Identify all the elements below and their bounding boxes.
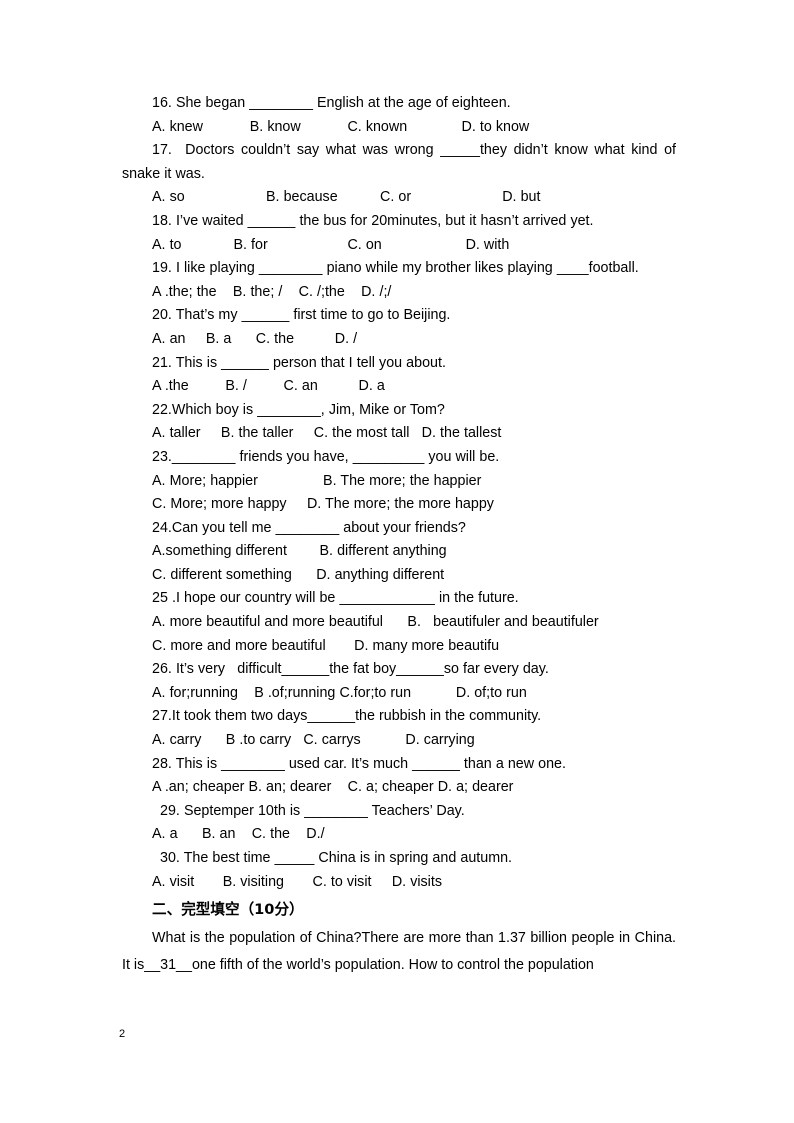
question-stem-16: 16. She began ________ English at the ag… <box>152 95 511 111</box>
question-stem-23: 23.________ friends you have, _________ … <box>152 448 500 465</box>
section-two-heading: 二、完型填空（10分） <box>152 901 304 919</box>
question-options-19: A .the; the B. the; / C. /;the D. /;/ <box>152 283 392 300</box>
question-stem-28: 28. This is ________ used car. It’s much… <box>152 755 566 772</box>
page-number: 2 <box>119 1028 126 1040</box>
question-stem-21: 21. This is ______ person that I tell yo… <box>152 354 446 371</box>
question-options-23-cd: C. More; more happy D. The more; the mor… <box>152 496 494 513</box>
question-options-26: A. for;running B .of;running C.for;to ru… <box>152 684 527 701</box>
question-options-21: A .the B. / C. an D. a <box>152 378 385 395</box>
question-options-25-ab: A. more beautiful and more beautiful B. … <box>152 614 599 631</box>
question-stem-25: 25 .I hope our country will be _________… <box>152 590 519 607</box>
question-options-24-cd: C. different something D. anything diffe… <box>152 566 445 583</box>
question-options-23-ab: A. More; happier B. The more; the happie… <box>152 472 482 489</box>
cloze-paragraph: What is the population of China?There ar… <box>122 930 676 974</box>
question-stem-18: 18. I’ve waited ______ the bus for 20min… <box>152 212 594 229</box>
question-options-25-cd: C. more and more beautiful D. many more … <box>152 637 500 654</box>
document-page: 16. She began ________ English at the ag… <box>0 0 794 1123</box>
question-options-18: A. to B. for C. on D. with <box>152 236 510 253</box>
question-stem-27: 27.It took them two days______the rubbis… <box>152 708 542 725</box>
question-stem-29: 29. Septemper 10th is ________ Teachers’… <box>160 802 465 819</box>
question-stem-26: 26. It’s very difficult______the fat boy… <box>152 661 549 678</box>
question-options-24-ab: A.something different B. different anyth… <box>152 543 447 560</box>
question-stem-24: 24.Can you tell me ________ about your f… <box>152 519 466 536</box>
question-options-30: A. visit B. visiting C. to visit D. visi… <box>152 873 442 890</box>
question-options-16: A. knew B. know C. known D. to know <box>152 118 530 135</box>
question-stem-19: 19. I like playing ________ piano while … <box>152 260 639 277</box>
question-stem-22: 22.Which boy is ________, Jim, Mike or T… <box>152 401 445 418</box>
question-stem-30: 30. The best time _____ China is in spri… <box>160 850 513 866</box>
question-stem-20: 20. That’s my ______ first time to go to… <box>152 307 451 324</box>
question-options-29: A. a B. an C. the D./ <box>152 826 325 843</box>
exam-body-column: 16. She began ________ English at the ag… <box>122 92 676 979</box>
question-options-17: A. so B. because C. or D. but <box>152 189 541 206</box>
question-stem-17: 17. Doctors couldn’t say what was wrong … <box>122 142 681 182</box>
question-options-28: A .an; cheaper B. an; dearer C. a; cheap… <box>152 779 514 796</box>
question-options-27: A. carry B .to carry C. carrys D. carryi… <box>152 732 475 749</box>
question-options-20: A. an B. a C. the D. / <box>152 330 358 347</box>
question-options-22: A. taller B. the taller C. the most tall… <box>152 425 502 442</box>
